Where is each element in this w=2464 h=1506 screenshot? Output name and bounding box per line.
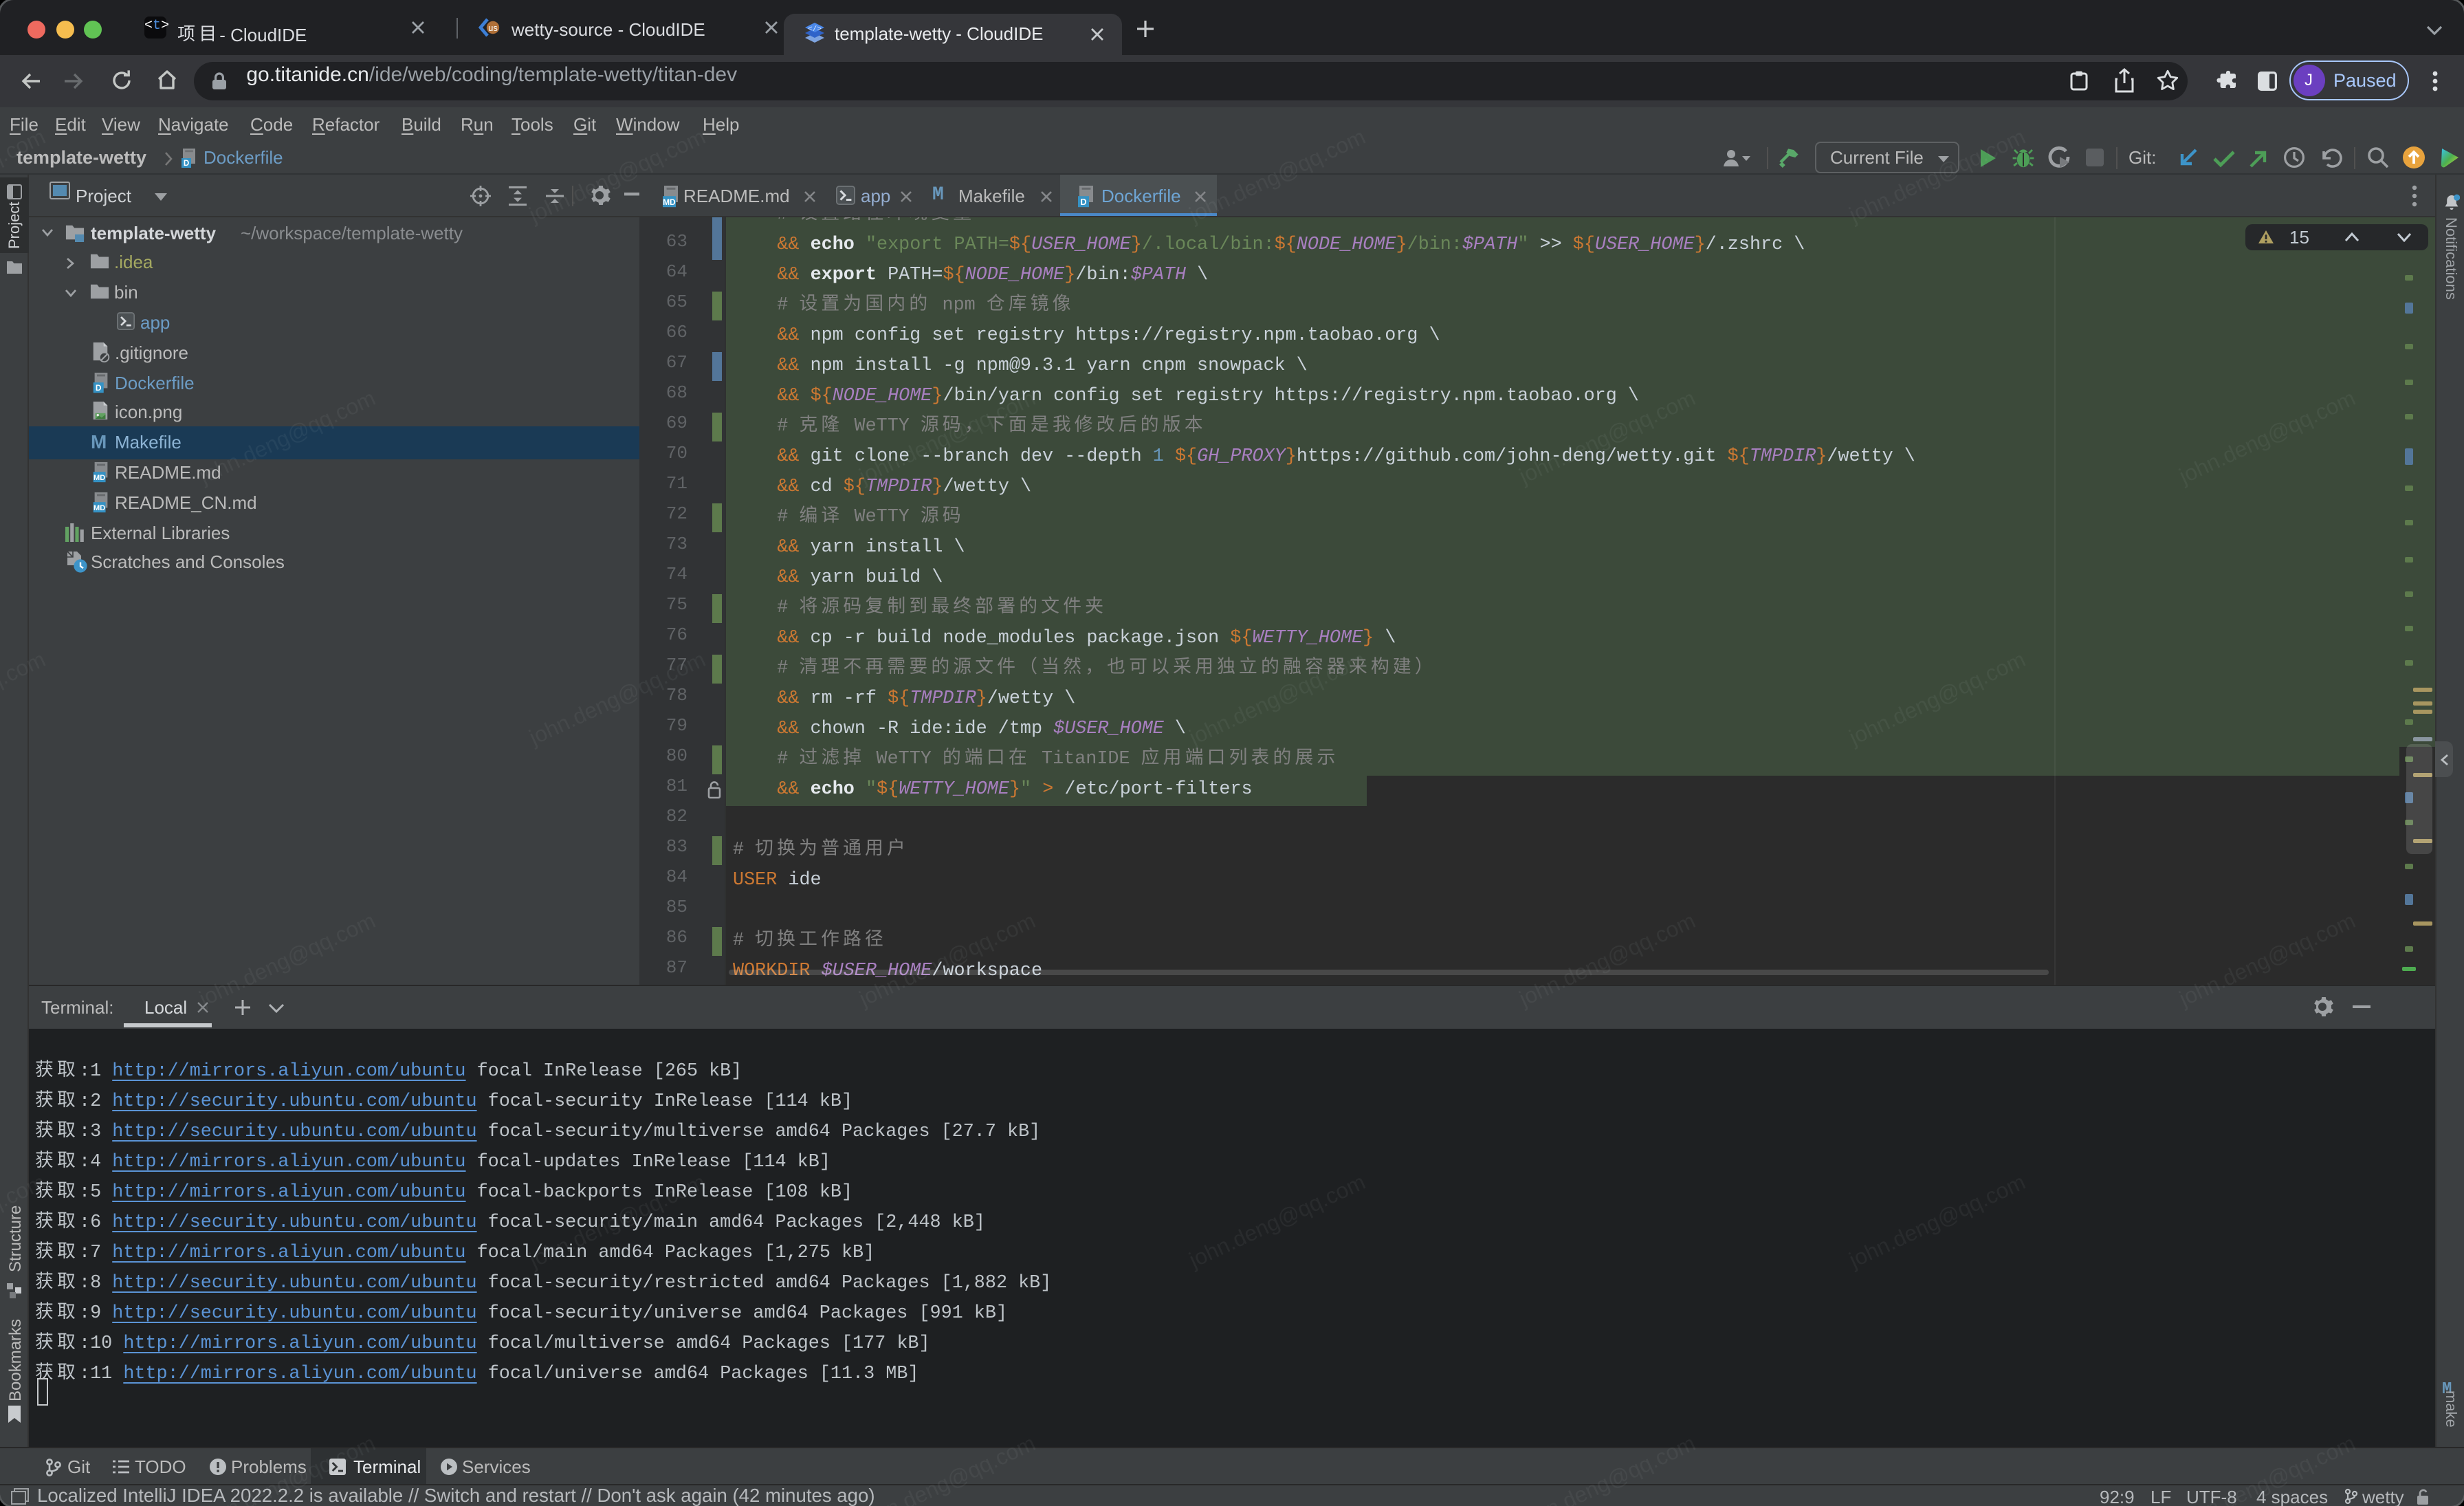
svg-text:D: D: [1080, 197, 1086, 207]
svg-text:D: D: [184, 159, 189, 168]
svg-text:D: D: [95, 382, 101, 392]
svg-text:us: us: [488, 23, 498, 33]
svg-text:MD: MD: [663, 197, 676, 207]
svg-text:MD: MD: [93, 474, 105, 482]
svg-text:MD: MD: [93, 503, 105, 512]
svg-text:</>: </>: [808, 25, 822, 34]
